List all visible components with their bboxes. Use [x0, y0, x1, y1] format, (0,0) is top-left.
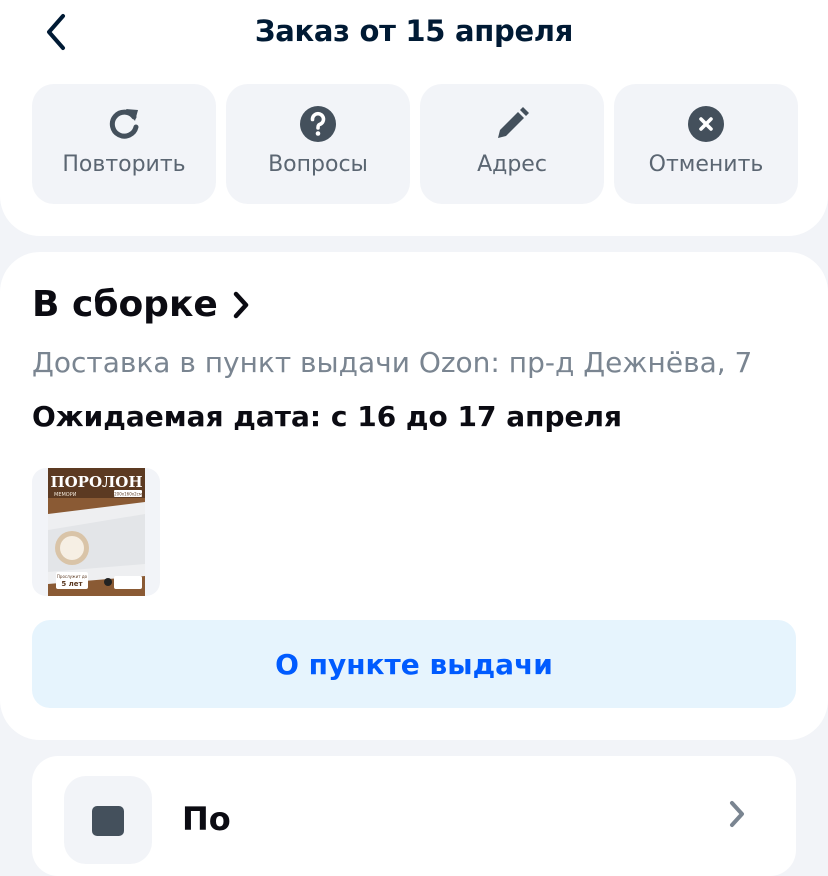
next-card-icon-box — [64, 776, 152, 864]
warranty-value: 5 лет — [61, 580, 83, 588]
next-card-title: По — [182, 800, 231, 838]
product-size: 200x160x2см — [114, 492, 142, 497]
cancel-button[interactable]: Отменить — [614, 84, 798, 204]
next-card-chevron-icon — [730, 801, 744, 827]
repeat-label: Повторить — [62, 152, 186, 177]
questions-label: Вопросы — [268, 152, 368, 177]
address-label: Адрес — [477, 152, 547, 177]
product-subtitle: МЕМОРИ — [54, 492, 77, 498]
product-thumbnail[interactable]: ПОРОЛОН МЕМОРИ 200x160x2см Прослужит до … — [32, 468, 160, 596]
question-icon — [300, 106, 336, 142]
warranty-label: Прослужит до — [57, 574, 88, 579]
actions-row: Повторить Вопросы Адрес Отменить — [32, 84, 798, 204]
order-status-label: В сборке — [32, 284, 218, 325]
top-panel: Заказ от 15 апреля Повторить Вопросы Адр… — [0, 0, 828, 236]
order-status[interactable]: В сборке — [32, 284, 250, 325]
next-card[interactable]: По — [32, 756, 796, 876]
document-icon — [92, 806, 124, 836]
product-title: ПОРОЛОН — [50, 473, 142, 491]
pencil-icon — [498, 107, 529, 138]
cancel-icon — [688, 106, 724, 142]
chevron-right-icon — [233, 291, 249, 318]
order-card: В сборке Доставка в пункт выдачи Ozon: п… — [0, 252, 828, 740]
product-image: ПОРОЛОН МЕМОРИ 200x160x2см Прослужит до … — [48, 468, 145, 596]
repeat-icon — [109, 109, 139, 139]
cancel-label: Отменить — [648, 152, 764, 177]
delivery-address: Доставка в пункт выдачи Ozon: пр-д Дежнё… — [32, 346, 753, 379]
pickup-point-button[interactable]: О пункте выдачи — [32, 620, 796, 708]
repeat-button[interactable]: Повторить — [32, 84, 216, 204]
address-button[interactable]: Адрес — [420, 84, 604, 204]
expected-date: Ожидаемая дата: с 16 до 17 апреля — [32, 400, 622, 433]
page-title: Заказ от 15 апреля — [254, 14, 574, 48]
questions-button[interactable]: Вопросы — [226, 84, 410, 204]
